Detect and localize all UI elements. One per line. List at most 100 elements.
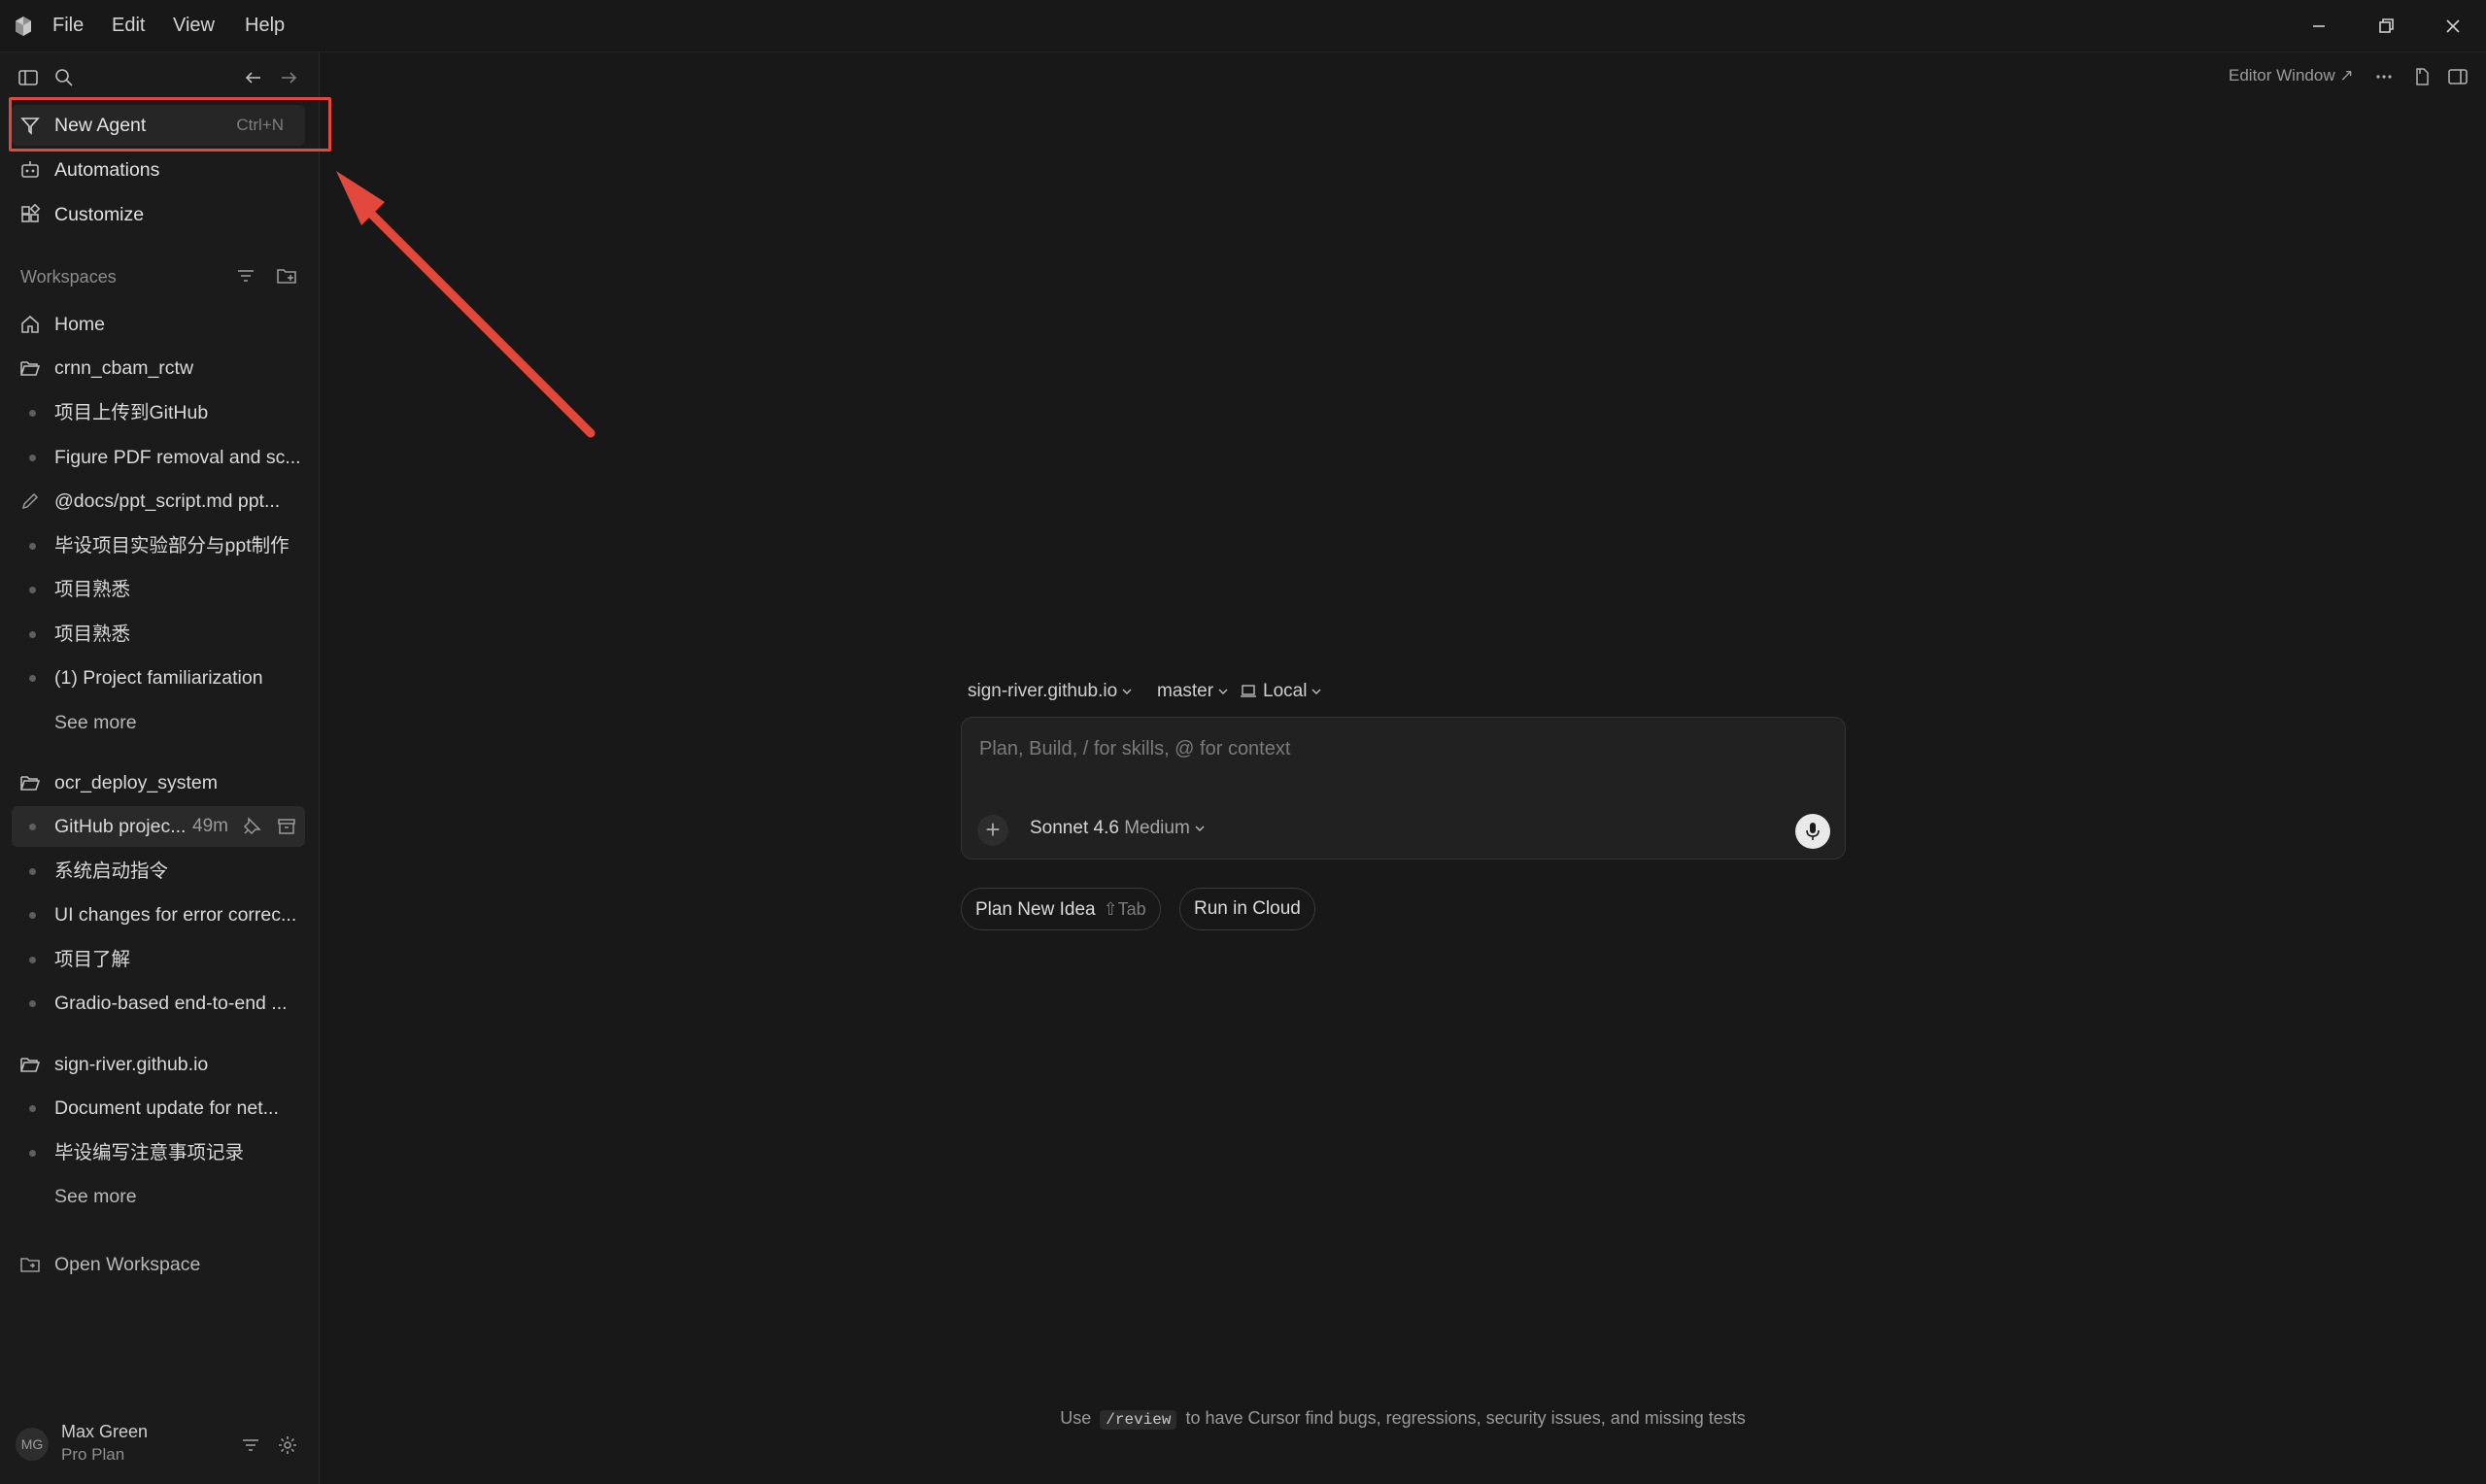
microphone-icon [1806,823,1820,840]
home-label: Home [54,314,106,335]
list-item[interactable]: Figure PDF removal and sc... [12,437,305,478]
chevron-down-icon [1195,826,1205,831]
list-item-label: UI changes for error correc... [54,904,297,926]
open-folder-icon [20,1258,40,1272]
see-more-link[interactable]: See more [12,1176,305,1217]
settings-gear-icon[interactable] [277,1434,298,1456]
bullet-dot [29,1000,36,1007]
bullet-dot [29,1105,36,1112]
list-item-label: @docs/ppt_script.md ppt... [54,490,281,512]
repo-selector[interactable]: sign-river.github.io [968,677,1132,706]
forward-arrow-icon[interactable] [278,67,299,88]
bullet-dot [29,1150,36,1157]
bullet-dot [29,868,36,875]
list-item-label: 项目了解 [54,949,131,970]
menu-view[interactable]: View [171,13,217,39]
bullet-dot [29,587,36,593]
editor-window-link[interactable]: Editor Window ↗ [2229,66,2354,85]
bullet-dot [29,675,36,682]
list-item[interactable]: Document update for net... [12,1088,305,1129]
list-item[interactable]: 项目熟悉 [12,569,305,610]
search-icon[interactable] [53,67,75,88]
home-item[interactable]: Home [12,304,305,345]
prompt-input[interactable] [977,731,1817,766]
list-item-label: 毕设编写注意事项记录 [54,1142,245,1164]
workspace-crnn-cbam-rctw[interactable]: crnn_cbam_rctw [12,348,305,388]
back-arrow-icon[interactable] [243,67,264,88]
list-item-label: GitHub projec... [54,816,187,837]
new-folder-icon[interactable] [276,265,297,287]
restore-icon[interactable] [2373,14,2399,39]
plan-new-idea-button[interactable]: Plan New Idea ⇧Tab [961,888,1161,930]
see-more-link[interactable]: See more [12,702,305,743]
tip-suffix: to have Cursor find bugs, regressions, s… [1185,1408,1746,1428]
menu-help[interactable]: Help [243,13,287,39]
list-item[interactable]: Gradio-based end-to-end ... [12,983,305,1024]
list-item-label: 项目熟悉 [54,579,131,600]
user-plan: Pro Plan [61,1445,125,1464]
see-more-label: See more [54,1186,137,1207]
plan-new-idea-label: Plan New Idea [975,899,1096,920]
model-effort: Medium [1124,818,1190,838]
home-icon [21,315,39,333]
toggle-right-panel-icon[interactable] [2447,66,2469,87]
chevron-down-icon [1218,689,1228,694]
list-item[interactable]: 毕设编写注意事项记录 [12,1132,305,1173]
user-name: Max Green [61,1422,149,1441]
model-selector[interactable]: Sonnet 4.6 Medium [1030,818,1205,839]
chevron-down-icon [1311,689,1321,694]
folder-open-icon [20,1058,41,1072]
list-item[interactable]: 项目上传到GitHub [12,392,305,433]
tip-prefix: Use [1060,1408,1092,1428]
folder-open-icon [20,361,41,376]
more-options-icon[interactable] [2373,66,2395,87]
filter-icon[interactable] [235,265,256,287]
close-icon[interactable] [2440,14,2466,39]
automations-label: Automations [54,159,160,181]
toggle-sidebar-icon[interactable] [17,67,39,88]
run-in-cloud-button[interactable]: Run in Cloud [1179,888,1315,930]
menu-edit[interactable]: Edit [110,13,147,39]
avatar: MG [16,1428,49,1461]
archive-icon[interactable] [276,816,297,837]
active-list-item[interactable]: GitHub projec... 49m [12,806,305,847]
list-item[interactable]: UI changes for error correc... [12,894,305,935]
list-item[interactable]: 项目熟悉 [12,614,305,655]
branch-selector[interactable]: master [1157,677,1228,706]
list-item[interactable]: 系统启动指令 [12,851,305,892]
filter-icon[interactable] [240,1434,261,1456]
automations-button[interactable]: Automations [12,150,305,190]
customize-label: Customize [54,204,145,225]
add-context-button[interactable]: + [977,815,1008,846]
environment-selector[interactable]: Local [1240,677,1321,706]
bullet-dot [29,543,36,550]
open-workspace-button[interactable]: Open Workspace [12,1244,305,1285]
workspace-sign-river[interactable]: sign-river.github.io [12,1044,305,1085]
bullet-dot [29,957,36,963]
list-item[interactable]: @docs/ppt_script.md ppt... [12,481,305,522]
workspace-ocr-deploy-system[interactable]: ocr_deploy_system [12,762,305,803]
item-age: 49m [192,816,228,836]
title-bar: File Edit View Help [0,0,2486,52]
run-in-cloud-label: Run in Cloud [1194,898,1301,919]
laptop-icon [1241,685,1256,697]
bullet-dot [29,912,36,919]
new-file-icon[interactable] [2411,66,2433,87]
menu-file[interactable]: File [51,13,85,39]
list-item-label: Gradio-based end-to-end ... [54,993,288,1014]
list-item[interactable]: 毕设项目实验部分与ppt制作 [12,525,305,566]
customize-button[interactable]: Customize [12,194,305,235]
composer-box: + Sonnet 4.6 Medium [961,717,1846,860]
list-item-label: (1) Project familiarization [54,667,263,689]
cursor-logo-icon [16,17,31,36]
pin-icon[interactable] [241,816,262,837]
list-item[interactable]: 项目了解 [12,939,305,980]
list-item[interactable]: (1) Project familiarization [12,658,305,698]
model-name: Sonnet 4.6 [1030,818,1119,838]
pencil-icon [21,492,39,510]
user-profile[interactable]: MG Max Green Pro Plan [0,1412,319,1484]
microphone-button[interactable] [1795,814,1830,849]
workspaces-heading: Workspaces [20,267,117,287]
environment-label: Local [1263,681,1308,701]
minimize-icon[interactable] [2306,14,2332,39]
